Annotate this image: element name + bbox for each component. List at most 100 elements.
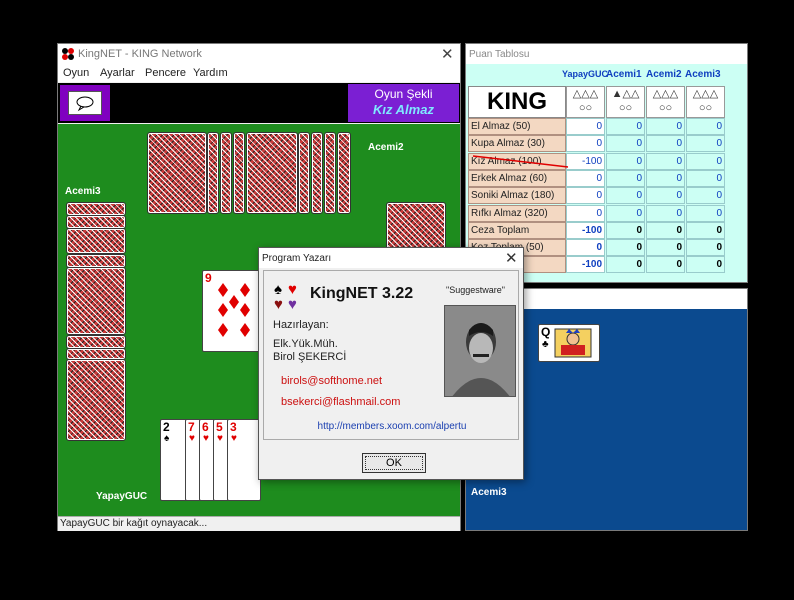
opponent-card-back [246, 132, 298, 214]
website-link[interactable]: http://members.xoom.com/alpertu [264, 421, 520, 432]
score-cell: 0 [686, 256, 725, 273]
dialog-title-bar: Program Yazarı ✕ [259, 248, 523, 268]
score-cell: 0 [566, 205, 605, 222]
score-cell: 0 [606, 222, 645, 239]
card-rank: Q [541, 325, 551, 339]
played-card: 9 [202, 270, 260, 352]
score-cell: 0 [566, 239, 605, 256]
opponent-card-back [311, 132, 323, 214]
email-link-1[interactable]: birols@softhome.net [281, 375, 382, 387]
score-cell: 0 [646, 135, 685, 152]
score-cell: 0 [646, 118, 685, 135]
ok-button[interactable]: OK [362, 453, 426, 473]
suits-logo-icon: ♠ ♥ ♥ ♥ [274, 281, 297, 311]
score-row-label: Kupa Almaz (30) [468, 135, 566, 152]
diamond-suit-icon [218, 283, 250, 337]
score-cell: 0 [686, 239, 725, 256]
card-rank: 6 [202, 420, 209, 434]
score-row-label: Ceza Toplam [468, 222, 566, 239]
player-bottom-name: YapayGUC [96, 491, 148, 502]
dialog-panel: ♠ ♥ ♥ ♥ KingNET 3.22 "Suggestware" Hazırla… [263, 270, 519, 440]
game-mode-label: Oyun Şekli [374, 87, 433, 101]
score-cell: 0 [606, 170, 645, 187]
status-bar: YapayGUC bir kağıt oynayacak... [58, 516, 460, 531]
score-symbols-icon: △△△ ○○ [646, 86, 685, 118]
score-cell: -100 [566, 222, 605, 239]
queen-face-icon [554, 328, 592, 358]
score-cell: 0 [686, 153, 725, 170]
card-rank: 9 [205, 271, 212, 285]
heart-suit-icon: ♥ [203, 433, 209, 444]
author-name: Birol ŞEKERCİ [273, 351, 347, 363]
score-symbols-icon: △△△ ○○ [566, 86, 605, 118]
score-cell: 0 [646, 187, 685, 204]
game-mode-box: Oyun Şekli Kız Almaz [348, 84, 459, 122]
score-title-bar: Puan Tablosu [466, 44, 747, 64]
tagline: "Suggestware" [446, 285, 505, 295]
menu-oyun[interactable]: Oyun [63, 67, 89, 79]
opponent-card-back [298, 132, 310, 214]
opponent-card-back [66, 215, 126, 229]
score-cell: -100 [566, 256, 605, 273]
main-title: KingNET - KING Network [78, 48, 202, 60]
opponent-card-back [66, 202, 126, 216]
column-header: YapayGUC [562, 69, 609, 79]
score-cell: 0 [686, 222, 725, 239]
menu-pencere[interactable]: Pencere [145, 67, 186, 79]
opponent-card-back [337, 132, 351, 214]
heart-suit-icon: ♥ [231, 433, 237, 444]
prepared-by-label: Hazırlayan: [273, 319, 329, 331]
score-cell: 0 [646, 205, 685, 222]
svg-text:♥: ♥ [288, 296, 297, 311]
score-cell: 0 [686, 187, 725, 204]
score-cell: 0 [606, 135, 645, 152]
player-left-name: Acemi3 [65, 186, 101, 197]
club-suit-icon: ♣ [542, 339, 549, 350]
strike-line-icon [472, 155, 569, 168]
card-rank: 7 [188, 420, 195, 434]
main-title-bar: KingNET - KING Network ✕ [58, 44, 460, 64]
menu-ayarlar[interactable]: Ayarlar [100, 67, 135, 79]
opponent-card-back [66, 254, 126, 268]
dialog-title: Program Yazarı [262, 253, 332, 264]
opponent-card-back [220, 132, 232, 214]
score-cell: 0 [646, 170, 685, 187]
close-icon[interactable]: ✕ [441, 45, 454, 63]
score-cell: 0 [566, 187, 605, 204]
score-cell: 0 [566, 135, 605, 152]
opponent-view-name: Acemi3 [471, 487, 507, 498]
heart-suit-icon: ♥ [217, 433, 223, 444]
author-photo [444, 305, 516, 397]
game-banner: Oyun Şekli Kız Almaz [58, 83, 460, 123]
column-header: Acemi3 [685, 69, 721, 80]
chat-button[interactable] [60, 85, 110, 121]
dialog-close-icon[interactable]: ✕ [505, 249, 518, 267]
score-symbols-icon: △△△ ○○ [686, 86, 725, 118]
card-rank: 3 [230, 420, 237, 434]
menu-yardim[interactable]: Yardım [193, 67, 228, 79]
app-logo-icon [62, 48, 74, 60]
score-cell: 0 [606, 205, 645, 222]
opponent-card-back [207, 132, 219, 214]
portrait-icon [445, 306, 515, 396]
player-top-name: Acemi2 [368, 142, 404, 153]
opponent-card-back [66, 335, 126, 349]
status-text: YapayGUC bir kağıt oynayacak... [60, 518, 208, 529]
menu-bar: Oyun Ayarlar Pencere Yardım [58, 64, 460, 82]
score-cell: 0 [646, 153, 685, 170]
opponent-card-back [66, 228, 126, 254]
score-cell: 0 [606, 187, 645, 204]
opponent-card-back [233, 132, 245, 214]
app-name: KingNET 3.22 [310, 285, 414, 302]
column-header: Acemi1 [606, 69, 642, 80]
hand-card[interactable]: 3 ♥ [227, 419, 261, 501]
email-link-2[interactable]: bsekerci@flashmail.com [281, 396, 400, 408]
score-title: Puan Tablosu [469, 49, 530, 60]
score-cell: 0 [686, 205, 725, 222]
score-cell: 0 [566, 118, 605, 135]
score-cell: 0 [606, 153, 645, 170]
score-row-label: El Almaz (50) [468, 118, 566, 135]
opponent-card-back [147, 132, 207, 214]
spade-suit-icon: ♠ [164, 433, 170, 444]
opponent-card-back [324, 132, 336, 214]
